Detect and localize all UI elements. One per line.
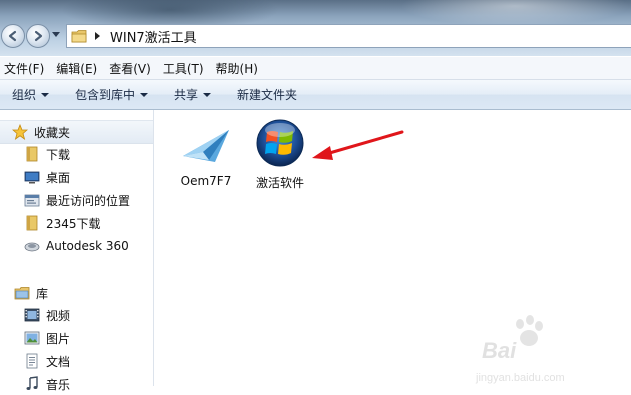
folder-icon (71, 30, 87, 43)
nav-favorites-label: 收藏夹 (34, 125, 71, 140)
back-button[interactable] (1, 24, 25, 48)
include-in-library-label: 包含到库中 (75, 88, 136, 102)
nav-item-label: Autodesk 360 (46, 239, 129, 253)
nav-item-music[interactable]: 音乐 (0, 373, 177, 395)
watermark-text: Bai (482, 338, 517, 363)
watermark: Bai jingyan.baidu.com (476, 315, 622, 384)
menu-view[interactable]: 查看(V) (105, 60, 159, 77)
star-icon (12, 124, 28, 140)
watermark-url: jingyan.baidu.com (476, 372, 565, 384)
video-library-icon (24, 307, 40, 323)
chevron-down-icon (41, 92, 50, 97)
nav-libraries[interactable]: 库 (0, 282, 167, 304)
breadcrumb-arrow-icon[interactable] (95, 32, 100, 40)
forward-arrow-icon (34, 30, 43, 42)
nav-favorites[interactable]: 收藏夹 (0, 120, 153, 144)
address-input[interactable]: WIN7激活工具 (66, 24, 631, 48)
organize-label: 组织 (12, 88, 37, 102)
menu-edit[interactable]: 编辑(E) (52, 60, 105, 77)
share-label: 共享 (174, 88, 199, 102)
music-library-icon (24, 376, 40, 392)
nav-libraries-label: 库 (36, 286, 49, 301)
navigation-pane: 收藏夹 下载 桌面 最近访问的位置 2345下载 Autodesk 360 库 … (0, 110, 154, 392)
menu-tools[interactable]: 工具(T) (159, 60, 212, 77)
share-button[interactable]: 共享 (174, 86, 212, 103)
breadcrumb-current[interactable]: WIN7激活工具 (110, 27, 197, 46)
command-bar: 组织 包含到库中 共享 新建文件夹 (0, 80, 631, 110)
download-folder-icon (24, 146, 40, 162)
nav-item-pictures[interactable]: 图片 (0, 327, 177, 349)
nav-item-label: 视频 (46, 308, 71, 323)
picture-library-icon (24, 330, 40, 346)
nav-item-recent-places[interactable]: 最近访问的位置 (0, 189, 177, 211)
nav-item-label: 2345下载 (46, 216, 101, 231)
background-blur (400, 0, 630, 26)
document-library-icon (24, 353, 40, 369)
library-icon (14, 285, 30, 301)
chevron-down-icon (203, 92, 212, 97)
folder-icon (24, 215, 40, 231)
new-folder-label: 新建文件夹 (237, 88, 298, 102)
nav-item-label: 下载 (46, 147, 71, 162)
nav-item-label: 文档 (46, 354, 71, 369)
desktop-icon (24, 169, 40, 185)
nav-item-desktop[interactable]: 桌面 (0, 166, 177, 188)
menu-help[interactable]: 帮助(H) (212, 60, 266, 77)
chevron-down-icon (140, 92, 149, 97)
include-in-library-button[interactable]: 包含到库中 (75, 86, 149, 103)
nav-item-label: 音乐 (46, 377, 71, 392)
nav-item-label: 桌面 (46, 170, 71, 185)
nav-item-2345-downloads[interactable]: 2345下载 (0, 212, 177, 234)
nav-item-autodesk-360[interactable]: Autodesk 360 (0, 235, 177, 257)
nav-item-label: 最近访问的位置 (46, 193, 131, 208)
recent-places-icon (24, 192, 40, 208)
nav-item-videos[interactable]: 视频 (0, 304, 177, 326)
back-arrow-icon (8, 30, 17, 42)
nav-item-downloads[interactable]: 下载 (0, 143, 177, 165)
menu-file[interactable]: 文件(F) (0, 60, 52, 77)
recent-pages-dropdown[interactable] (52, 32, 60, 37)
new-folder-button[interactable]: 新建文件夹 (237, 86, 297, 103)
menu-bar: 文件(F) 编辑(E) 查看(V) 工具(T) 帮助(H) (0, 57, 631, 80)
organize-button[interactable]: 组织 (12, 86, 50, 103)
nav-item-label: 图片 (46, 331, 71, 346)
nav-item-documents[interactable]: 文档 (0, 350, 177, 372)
cloud-icon (24, 238, 40, 254)
forward-button[interactable] (26, 24, 50, 48)
file-list-pane: Oem7F7 激活软件 Bai jingyan.baidu.com (154, 110, 631, 386)
address-bar-strip: WIN7激活工具 (0, 0, 631, 56)
